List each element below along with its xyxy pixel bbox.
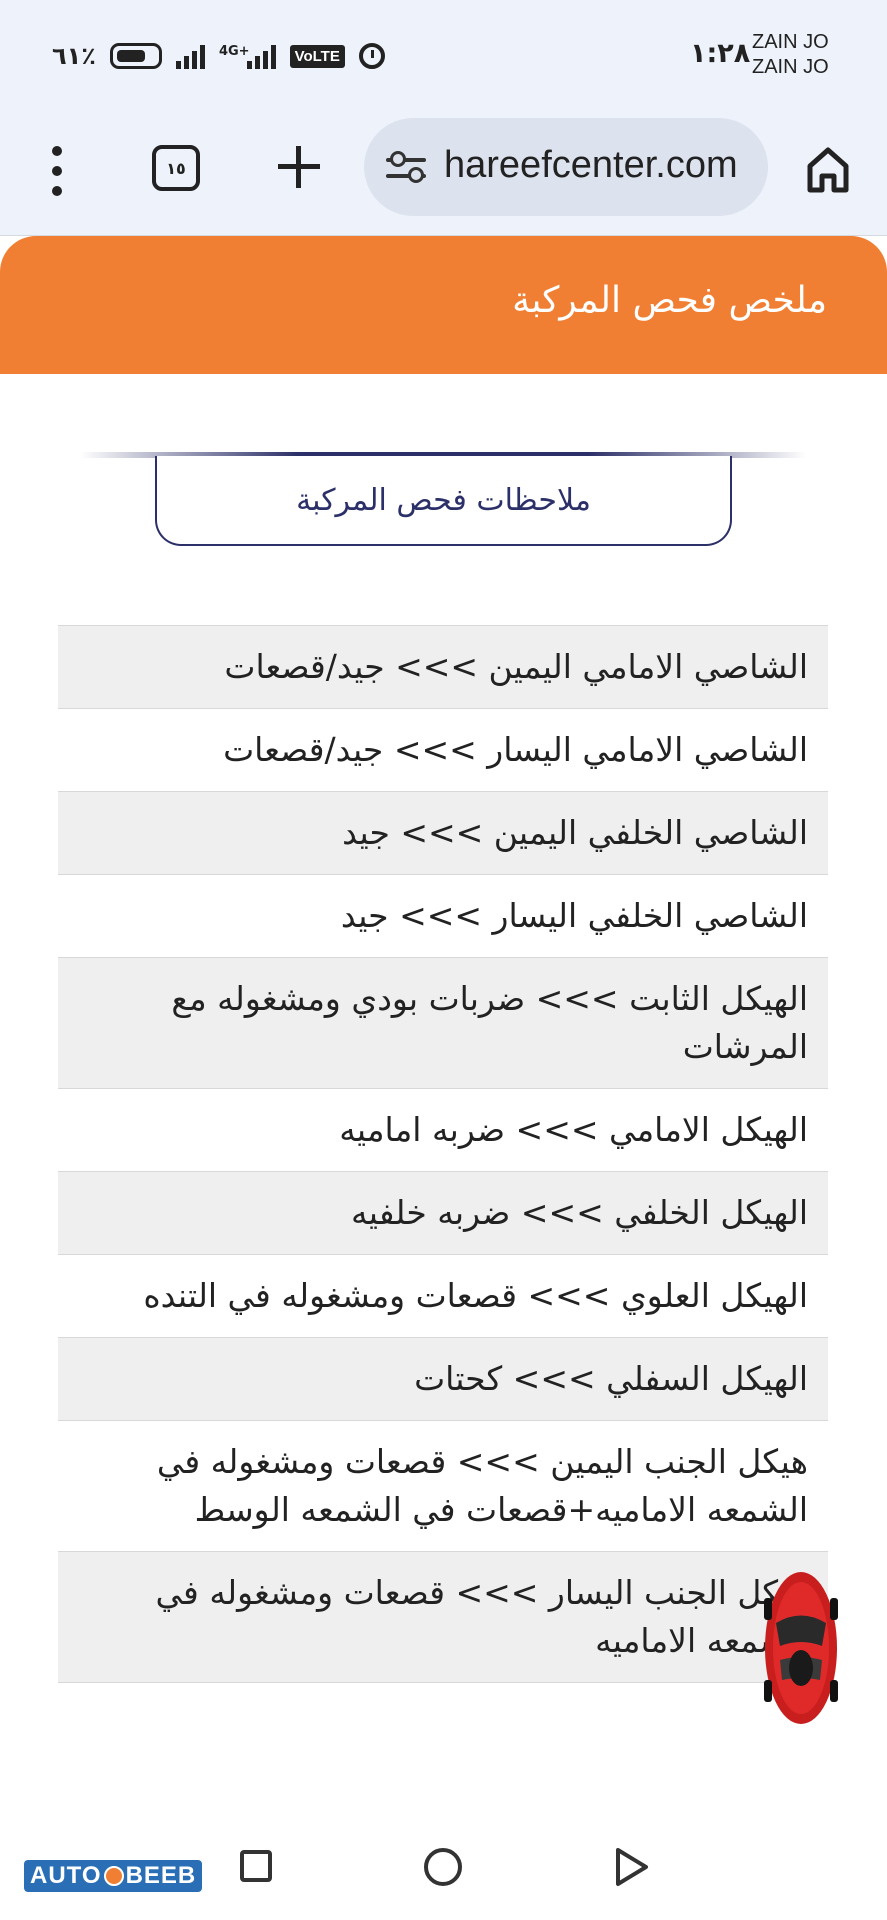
list-item: الشاصي الامامي اليمين >>> جيد/قصعات bbox=[58, 625, 828, 709]
list-item: الهيكل الخلفي >>> ضربه خلفيه bbox=[58, 1172, 828, 1255]
notes-tab[interactable]: ملاحظات فحص المركبة bbox=[155, 456, 732, 546]
status-bar: ٦١٪ 4G+ VoLTE ١:٢٨ ZAIN JO ZAIN JO bbox=[0, 0, 887, 110]
battery-icon bbox=[109, 43, 162, 69]
list-item: الهيكل الثابت >>> ضربات بودي ومشغوله مع … bbox=[58, 958, 828, 1089]
network-type: 4G+ bbox=[218, 44, 250, 59]
list-item: هيكل الجنب اليمين >>> قصعات ومشغوله في ا… bbox=[58, 1421, 828, 1552]
status-icons-left: ٦١٪ 4G+ VoLTE bbox=[52, 38, 385, 74]
carrier-2: ZAIN JO bbox=[752, 56, 829, 78]
page-header: ملخص فحص المركبة bbox=[0, 236, 887, 374]
list-item: الشاصي الخلفي اليمين >>> جيد bbox=[58, 792, 828, 875]
home-icon[interactable] bbox=[806, 144, 850, 194]
address-bar[interactable]: hareefcenter.com bbox=[364, 118, 768, 216]
carrier-1: ZAIN JO bbox=[752, 31, 829, 53]
url-text[interactable]: hareefcenter.com bbox=[444, 144, 738, 187]
list-item: الشاصي الخلفي اليسار >>> جيد bbox=[58, 875, 828, 958]
notes-tab-label: ملاحظات فحص المركبة bbox=[296, 482, 591, 518]
list-item: الهيكل الامامي >>> ضربه اماميه bbox=[58, 1089, 828, 1172]
recents-square-icon[interactable] bbox=[240, 1850, 272, 1882]
back-triangle-icon[interactable] bbox=[614, 1846, 650, 1888]
list-item: الشاصي الامامي اليسار >>> جيد/قصعات bbox=[58, 709, 828, 792]
inspection-notes-list: الشاصي الامامي اليمين >>> جيد/قصعات الشا… bbox=[58, 625, 828, 1683]
home-circle-icon[interactable] bbox=[424, 1848, 462, 1886]
list-item: الهيكل السفلي >>> كحتات bbox=[58, 1338, 828, 1421]
watermark-text-1: AUTO bbox=[30, 1862, 102, 1889]
new-tab-plus-icon[interactable] bbox=[274, 142, 324, 192]
list-item: هيكل الجنب اليسار >>> قصعات ومشغوله في ا… bbox=[58, 1552, 828, 1683]
signal-icon bbox=[175, 43, 205, 69]
wheel-icon bbox=[103, 1866, 124, 1886]
menu-dots-icon[interactable] bbox=[50, 146, 64, 196]
battery-percent: ٦١٪ bbox=[52, 42, 96, 70]
car-image bbox=[764, 1572, 838, 1724]
alarm-icon bbox=[358, 43, 385, 69]
autobeeb-watermark-logo: AUTO BEEB bbox=[24, 1860, 203, 1892]
tabs-button[interactable]: ١٥ bbox=[152, 145, 200, 191]
system-nav-bar: AUTO BEEB bbox=[0, 1800, 887, 1920]
watermark-text-2: BEEB bbox=[125, 1862, 197, 1889]
page-title: ملخص فحص المركبة bbox=[512, 280, 827, 321]
volte-icon: VoLTE bbox=[289, 44, 345, 68]
signal-4g-icon: 4G+ bbox=[219, 43, 276, 69]
site-settings-icon[interactable] bbox=[386, 148, 426, 188]
status-time: ١:٢٨ bbox=[690, 38, 751, 69]
carrier-names: ZAIN JO ZAIN JO bbox=[752, 30, 829, 80]
list-item: الهيكل العلوي >>> قصعات ومشغوله في التند… bbox=[58, 1255, 828, 1338]
tab-count: ١٥ bbox=[166, 158, 186, 178]
browser-toolbar: ١٥ hareefcenter.com bbox=[0, 110, 887, 236]
